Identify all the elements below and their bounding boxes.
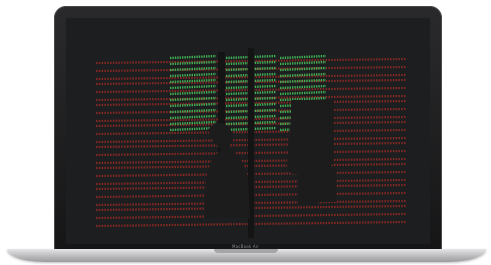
laptop: MacBook Air [0, 0, 491, 265]
laptop-opening-notch [214, 249, 278, 253]
chair-silhouette [314, 168, 336, 202]
model-label: MacBook Air [231, 244, 260, 249]
laptop-screen [66, 18, 430, 244]
point-cloud-image [66, 18, 430, 244]
